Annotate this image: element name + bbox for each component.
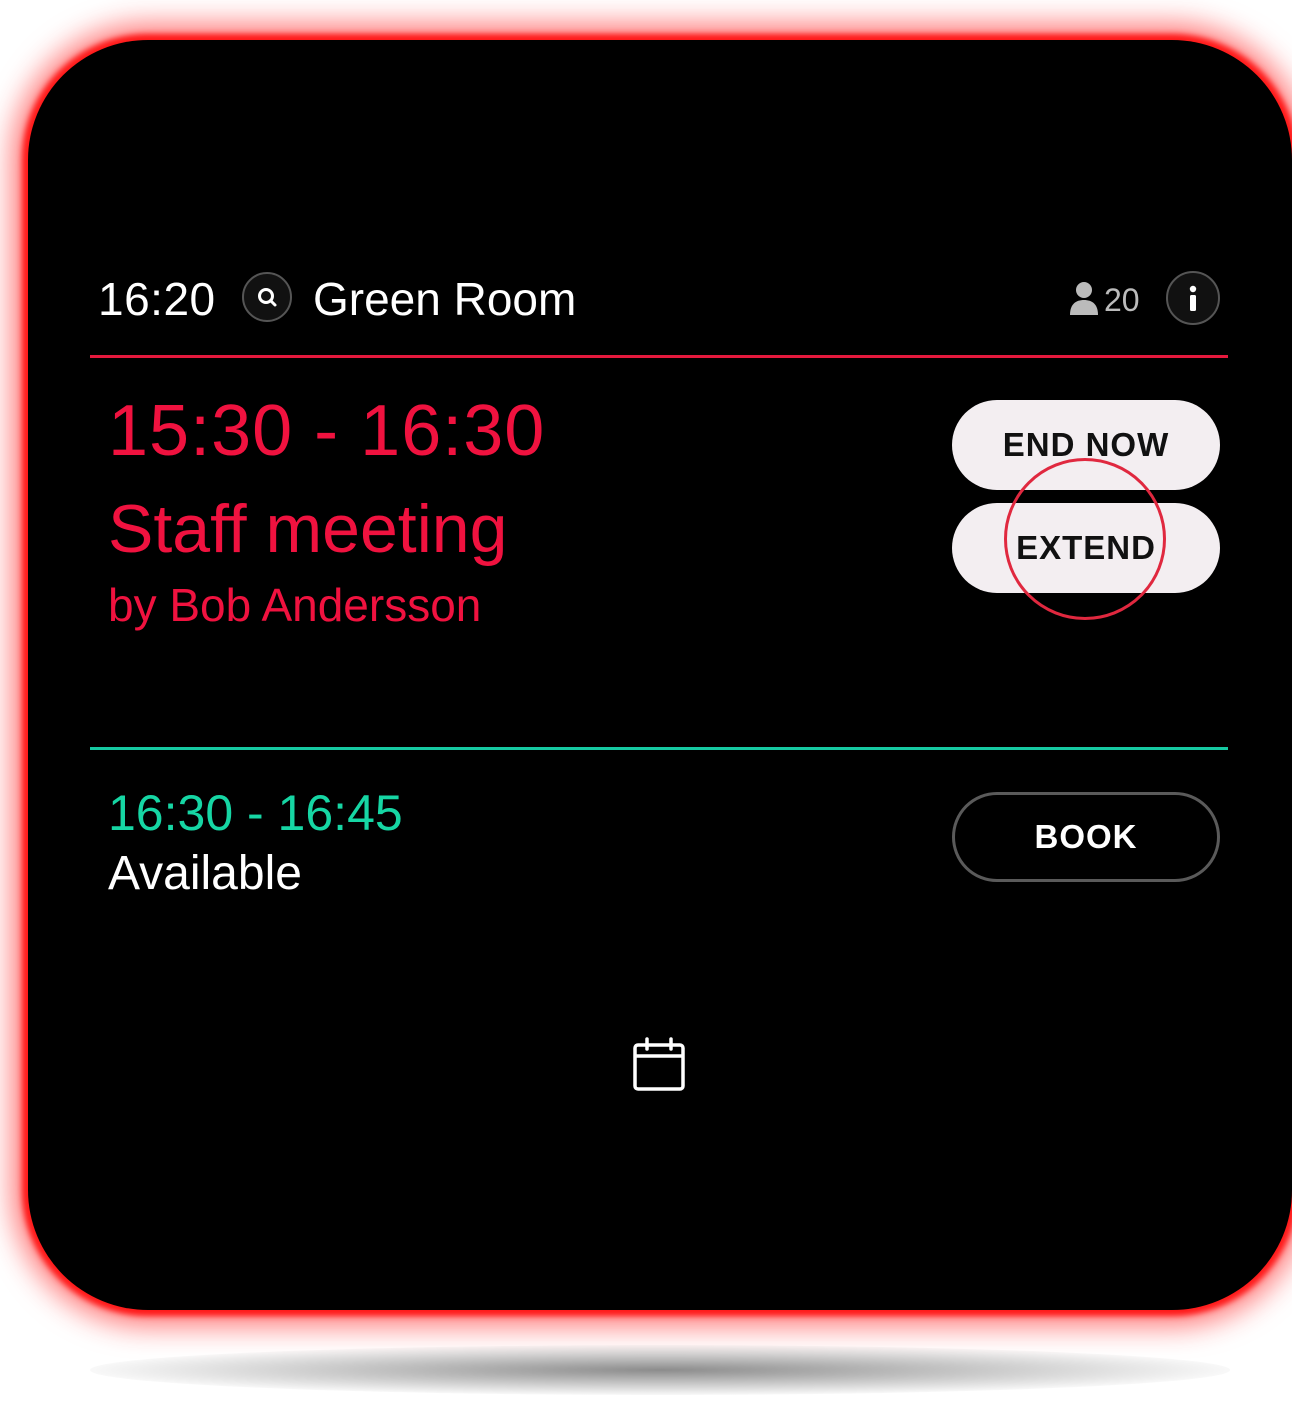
- capacity-count: 20: [1104, 282, 1140, 318]
- calendar-icon: [633, 1037, 685, 1091]
- current-clock: 16:20: [98, 273, 216, 325]
- device-floor-shadow: [90, 1345, 1230, 1395]
- room-display-panel: [28, 40, 1292, 1310]
- calendar-button[interactable]: [630, 1036, 688, 1094]
- extend-button[interactable]: EXTEND: [952, 503, 1220, 593]
- next-slot-divider: [90, 747, 1228, 750]
- header-bar: 16:20 Green Room 20: [98, 268, 1228, 330]
- current-meeting-time: 15:30 - 16:30: [108, 391, 546, 471]
- room-name: Green Room: [313, 273, 577, 325]
- next-slot-status: Available: [108, 847, 302, 900]
- next-slot-time: 16:30 - 16:45: [108, 785, 403, 841]
- current-meeting-title: Staff meeting: [108, 491, 508, 567]
- search-icon: [258, 288, 277, 307]
- person-icon: [1070, 282, 1098, 315]
- info-button[interactable]: [1166, 271, 1220, 325]
- end-now-button[interactable]: END NOW: [952, 400, 1220, 490]
- book-button[interactable]: BOOK: [952, 792, 1220, 882]
- info-icon: [1189, 285, 1197, 311]
- search-button[interactable]: [242, 272, 292, 322]
- current-meeting-organizer: by Bob Andersson: [108, 579, 482, 631]
- current-meeting-divider: [90, 355, 1228, 358]
